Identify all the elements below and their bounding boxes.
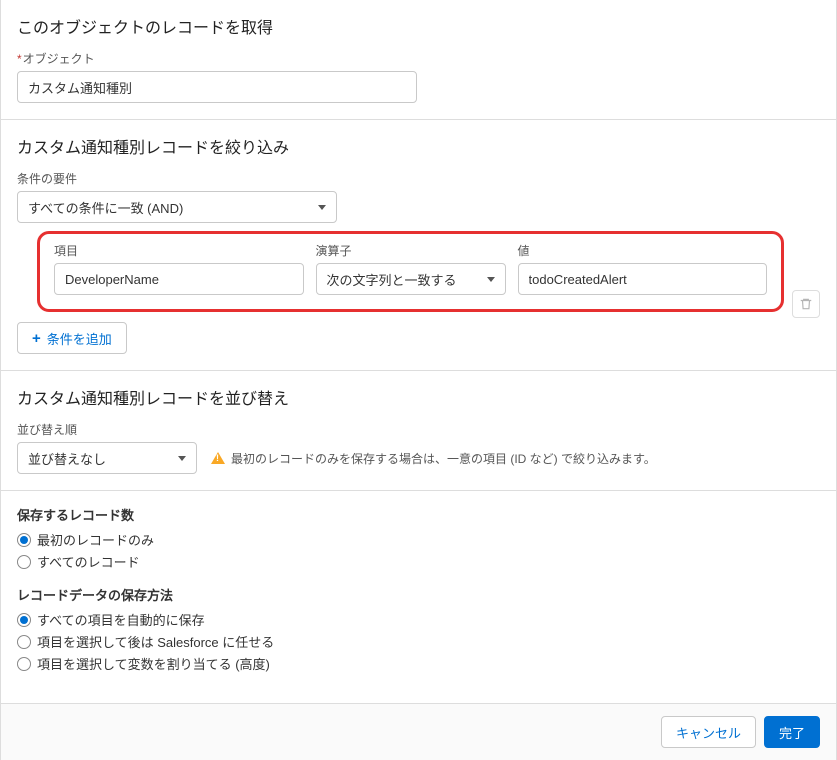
sort-order-value: 並び替えなし: [28, 449, 106, 468]
plus-icon: +: [32, 330, 41, 347]
store-method-group: すべての項目を自動的に保存 項目を選択して後は Salesforce に任せる …: [17, 610, 820, 673]
radio-label: 項目を選択して変数を割り当てる (高度): [37, 654, 270, 673]
radio-icon: [17, 613, 31, 627]
store-count-group: 最初のレコードのみ すべてのレコード: [17, 530, 820, 571]
add-condition-label: 条件を追加: [47, 329, 112, 348]
condition-operator-select[interactable]: 次の文字列と一致する: [316, 263, 506, 295]
store-method-option-salesforce[interactable]: 項目を選択して後は Salesforce に任せる: [17, 632, 820, 651]
radio-label: 項目を選択して後は Salesforce に任せる: [37, 632, 274, 651]
condition-req-label: 条件の要件: [17, 170, 820, 187]
store-count-label: 保存するレコード数: [17, 505, 820, 524]
object-label: オブジェクト: [17, 50, 820, 67]
section-title-get: このオブジェクトのレコードを取得: [17, 14, 820, 38]
cancel-button[interactable]: キャンセル: [661, 716, 756, 748]
condition-row: 項目 演算子 次の文字列と一致する 値: [37, 231, 784, 312]
condition-req-value: すべての条件に一致 (AND): [28, 198, 183, 217]
radio-label: 最初のレコードのみ: [37, 530, 154, 549]
store-count-option-first[interactable]: 最初のレコードのみ: [17, 530, 820, 549]
object-select[interactable]: カスタム通知種別: [17, 71, 417, 103]
store-method-label: レコードデータの保存方法: [17, 585, 820, 604]
radio-icon: [17, 635, 31, 649]
warning-icon: [211, 452, 225, 464]
done-button[interactable]: 完了: [764, 716, 820, 748]
sort-order-select[interactable]: 並び替えなし: [17, 442, 197, 474]
chevron-down-icon: [318, 205, 326, 210]
condition-value-input[interactable]: [518, 263, 768, 295]
store-count-option-all[interactable]: すべてのレコード: [17, 552, 820, 571]
trash-icon: [799, 297, 813, 311]
sort-warning-text: 最初のレコードのみを保存する場合は、一意の項目 (ID など) で絞り込みます。: [231, 450, 656, 467]
column-header-operator: 演算子: [316, 242, 506, 259]
delete-condition-button[interactable]: [792, 290, 820, 318]
sort-warning: 最初のレコードのみを保存する場合は、一意の項目 (ID など) で絞り込みます。: [211, 450, 656, 467]
radio-icon: [17, 533, 31, 547]
radio-icon: [17, 555, 31, 569]
store-method-option-advanced[interactable]: 項目を選択して変数を割り当てる (高度): [17, 654, 820, 673]
store-method-option-auto[interactable]: すべての項目を自動的に保存: [17, 610, 820, 629]
condition-req-select[interactable]: すべての条件に一致 (AND): [17, 191, 337, 223]
chevron-down-icon: [178, 456, 186, 461]
sort-order-label: 並び替え順: [17, 421, 820, 438]
radio-label: すべてのレコード: [37, 552, 140, 571]
object-select-value: カスタム通知種別: [28, 78, 132, 97]
section-title-filter: カスタム通知種別レコードを絞り込み: [17, 134, 820, 158]
condition-field-input[interactable]: [54, 263, 304, 295]
section-title-sort: カスタム通知種別レコードを並び替え: [17, 385, 820, 409]
add-condition-button[interactable]: + 条件を追加: [17, 322, 127, 354]
chevron-down-icon: [487, 277, 495, 282]
column-header-field: 項目: [54, 242, 304, 259]
radio-icon: [17, 657, 31, 671]
column-header-value: 値: [518, 242, 768, 259]
radio-label: すべての項目を自動的に保存: [37, 610, 205, 629]
condition-operator-value: 次の文字列と一致する: [327, 270, 457, 289]
